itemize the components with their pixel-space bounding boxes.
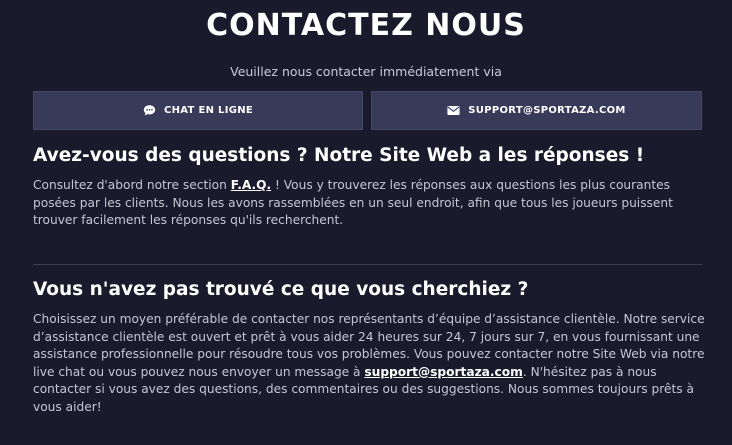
email-support-button[interactable]: SUPPORT@SPORTAZA.COM — [371, 91, 702, 130]
faq-paragraph: Consultez d'abord notre section F.A.Q. !… — [33, 177, 705, 230]
not-found-paragraph: Choisissez un moyen préférable de contac… — [33, 311, 705, 417]
section-divider — [33, 264, 702, 265]
page-title: CONTACTEZ NOUS — [206, 8, 526, 43]
support-email-link[interactable]: support@sportaza.com — [364, 365, 522, 379]
faq-link[interactable]: F.A.Q. — [231, 178, 271, 192]
page-subtitle: Veuillez nous contacter immédiatement vi… — [230, 64, 502, 79]
chat-bubble-icon — [143, 104, 156, 117]
live-chat-button[interactable]: CHAT EN LIGNE — [33, 91, 363, 130]
email-support-label: SUPPORT@SPORTAZA.COM — [468, 105, 626, 116]
faq-text-start: Consultez d'abord notre section — [33, 178, 231, 192]
contact-page: CONTACTEZ NOUS Veuillez nous contacter i… — [0, 0, 732, 445]
faq-heading: Avez-vous des questions ? Notre Site Web… — [33, 145, 645, 166]
not-found-heading: Vous n'avez pas trouvé ce que vous cherc… — [33, 279, 529, 300]
live-chat-label: CHAT EN LIGNE — [163, 105, 254, 116]
envelope-icon — [447, 105, 460, 116]
